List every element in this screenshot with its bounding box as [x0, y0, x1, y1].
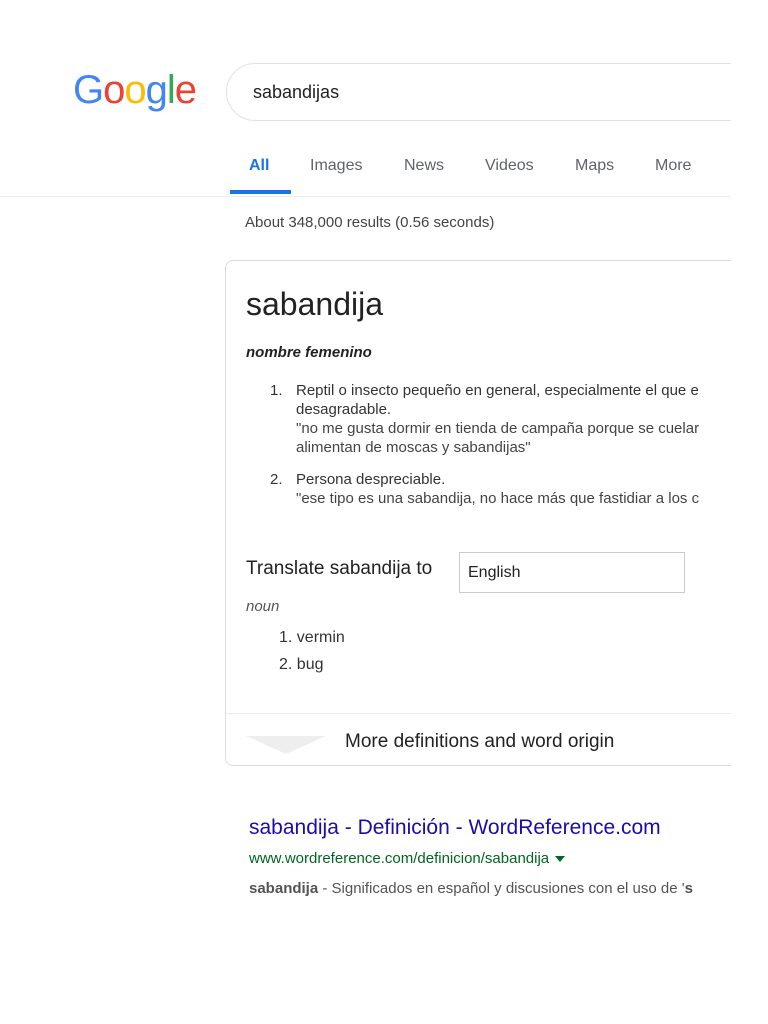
tab-all[interactable]: All [249, 157, 269, 175]
result-url-text[interactable]: www.wordreference.com/definicion/sabandi… [249, 850, 549, 867]
logo-letter-o1: o [103, 68, 125, 112]
tab-news[interactable]: News [404, 157, 444, 175]
result-snippet: sabandija - Significados en español y di… [249, 880, 693, 897]
tab-more[interactable]: More [655, 157, 691, 175]
translate-label: Translate sabandija to [246, 558, 433, 579]
logo-letter-e: e [174, 68, 197, 112]
tab-maps[interactable]: Maps [575, 157, 614, 175]
definition-number: 2. [270, 471, 283, 488]
url-dropdown-arrow-icon[interactable] [555, 856, 566, 863]
search-box[interactable]: sabandijas [226, 63, 731, 121]
chevron-down-icon [246, 736, 326, 754]
translation-item: 2. bug [279, 656, 324, 673]
definition-text: Persona despreciable. [296, 471, 446, 488]
language-select[interactable]: English [459, 552, 685, 593]
snippet-keyword-tail: s [684, 880, 693, 897]
result-url[interactable]: www.wordreference.com/definicion/sabandi… [249, 850, 566, 867]
search-tabs: All Images News Videos Maps More [0, 140, 731, 197]
definition-example: alimentan de moscas y sabandijas" [296, 439, 531, 456]
definition-item: 1. Reptil o insecto pequeño en general, … [270, 381, 731, 457]
part-of-speech: nombre femenino [246, 344, 372, 361]
logo-letter-o2: o [124, 68, 146, 112]
language-select-value: English [468, 564, 521, 581]
dictionary-word: sabandija [246, 286, 383, 322]
search-query[interactable]: sabandijas [253, 82, 339, 103]
translation-pos: noun [246, 598, 280, 615]
definition-item: 2. Persona despreciable. "ese tipo es un… [270, 470, 731, 508]
more-definitions-link[interactable]: More definitions and word origin [345, 731, 614, 753]
dictionary-card: sabandija nombre femenino 1. Reptil o in… [225, 260, 731, 766]
tab-images[interactable]: Images [310, 157, 362, 175]
tab-videos[interactable]: Videos [485, 157, 534, 175]
snippet-text: - Significados en español y discusiones … [318, 880, 685, 897]
result-title-link[interactable]: sabandija - Definición - WordReference.c… [249, 816, 661, 840]
logo-letter-g: G [73, 68, 104, 112]
logo-letter-l: l [166, 68, 176, 112]
snippet-keyword: sabandija [249, 880, 319, 897]
logo-letter-g2: g [145, 68, 168, 112]
active-tab-indicator [230, 190, 291, 194]
more-definitions-row[interactable]: More definitions and word origin [226, 713, 731, 768]
page-viewport: Google sabandijas All Images News Videos… [0, 0, 731, 1024]
definition-example: "ese tipo es una sabandija, no hace más … [296, 490, 700, 507]
definition-text: Reptil o insecto pequeño en general, esp… [296, 382, 699, 399]
translation-item: 1. vermin [279, 629, 345, 646]
result-stats: About 348,000 results (0.56 seconds) [245, 214, 495, 231]
definition-example: "no me gusta dormir en tienda de campaña… [296, 420, 700, 437]
definition-list: 1. Reptil o insecto pequeño en general, … [270, 381, 731, 521]
definition-number: 1. [270, 382, 283, 399]
google-logo[interactable]: Google [73, 68, 197, 113]
definition-text: desagradable. [296, 401, 392, 418]
